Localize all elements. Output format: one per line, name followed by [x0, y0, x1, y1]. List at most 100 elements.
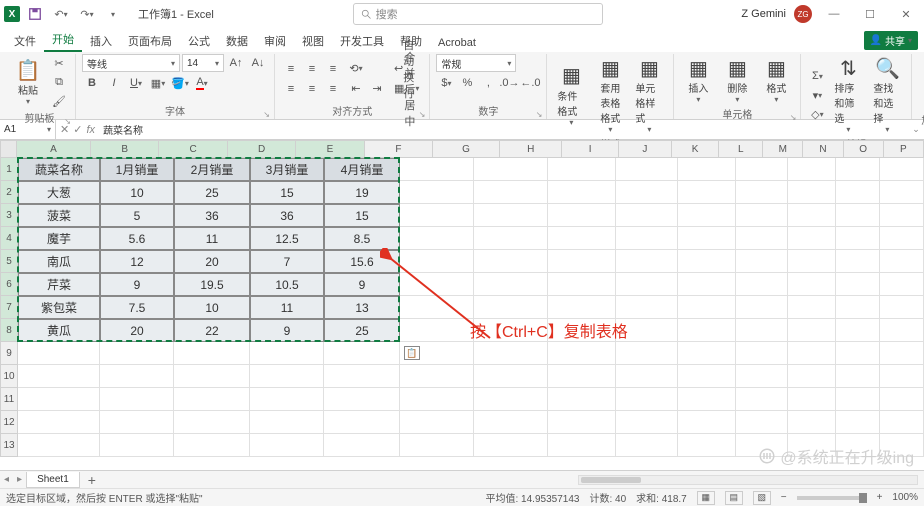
cell[interactable]	[788, 365, 836, 388]
tab-开发工具[interactable]: 开发工具	[332, 30, 392, 52]
cell[interactable]	[836, 227, 880, 250]
cell[interactable]	[400, 296, 474, 319]
cell[interactable]	[836, 181, 880, 204]
table-cell[interactable]: 菠菜	[18, 204, 100, 227]
cell[interactable]	[400, 158, 474, 181]
cell[interactable]	[474, 434, 548, 457]
horizontal-scrollbar[interactable]	[578, 475, 918, 485]
row-header-8[interactable]: 8	[0, 319, 18, 342]
row-header-5[interactable]: 5	[0, 250, 18, 273]
cell[interactable]	[678, 296, 736, 319]
view-layout-icon[interactable]: ▤	[725, 491, 743, 505]
cell[interactable]	[474, 181, 548, 204]
number-format-combo[interactable]: 常规▾	[436, 54, 516, 72]
table-cell[interactable]: 36	[174, 204, 250, 227]
table-cell[interactable]: 12.5	[250, 227, 324, 250]
cell[interactable]	[474, 411, 548, 434]
cell[interactable]	[880, 296, 924, 319]
row-header-4[interactable]: 4	[0, 227, 18, 250]
font-color-icon[interactable]: A▾	[192, 74, 212, 92]
row-header-1[interactable]: 1	[0, 158, 18, 181]
col-header-A[interactable]: A	[17, 140, 92, 158]
cell[interactable]	[678, 434, 736, 457]
cell[interactable]	[788, 273, 836, 296]
col-header-O[interactable]: O	[844, 140, 884, 158]
align-top-icon[interactable]: ≡	[281, 60, 301, 78]
addins-button[interactable]: ▦加 载项	[918, 54, 924, 112]
select-all-corner[interactable]	[0, 140, 17, 158]
cell[interactable]	[400, 227, 474, 250]
tab-数据[interactable]: 数据	[218, 30, 256, 52]
cell[interactable]	[736, 388, 788, 411]
cell[interactable]	[548, 411, 616, 434]
user-name[interactable]: Z Gemini	[741, 8, 786, 20]
cell[interactable]	[548, 342, 616, 365]
user-avatar[interactable]: ZG	[794, 5, 812, 23]
cell[interactable]	[174, 434, 250, 457]
cell[interactable]	[474, 158, 548, 181]
cell[interactable]	[788, 181, 836, 204]
cell[interactable]	[616, 273, 678, 296]
cell[interactable]	[788, 319, 836, 342]
col-header-K[interactable]: K	[672, 140, 719, 158]
format-cells-button[interactable]: ▦格式▾	[758, 54, 794, 106]
table-cell[interactable]: 魔芋	[18, 227, 100, 250]
table-cell[interactable]: 25	[324, 319, 400, 342]
bold-icon[interactable]: B	[82, 74, 102, 92]
cell[interactable]	[616, 434, 678, 457]
align-center-icon[interactable]: ≡	[302, 80, 322, 98]
cell[interactable]	[880, 388, 924, 411]
cell[interactable]	[474, 296, 548, 319]
cell[interactable]	[678, 319, 736, 342]
cell[interactable]	[324, 342, 400, 365]
add-sheet-icon[interactable]: +	[80, 472, 104, 488]
italic-icon[interactable]: I	[104, 74, 124, 92]
cell[interactable]	[788, 204, 836, 227]
tab-开始[interactable]: 开始	[44, 28, 82, 52]
table-cell[interactable]: 15	[250, 181, 324, 204]
cell[interactable]	[880, 319, 924, 342]
cell[interactable]	[548, 388, 616, 411]
table-header[interactable]: 蔬菜名称	[18, 158, 100, 181]
cell[interactable]	[678, 250, 736, 273]
col-header-L[interactable]: L	[719, 140, 763, 158]
cell[interactable]	[174, 365, 250, 388]
table-header[interactable]: 4月销量	[324, 158, 400, 181]
row-header-11[interactable]: 11	[0, 388, 18, 411]
sheet-tab[interactable]: Sheet1	[26, 472, 80, 488]
insert-cells-button[interactable]: ▦插入▾	[680, 54, 716, 106]
clear-icon[interactable]: ◇▾	[807, 105, 827, 123]
col-header-H[interactable]: H	[500, 140, 562, 158]
align-left-icon[interactable]: ≡	[281, 80, 301, 98]
table-cell[interactable]: 5	[100, 204, 174, 227]
row-header-9[interactable]: 9	[0, 342, 18, 365]
cell[interactable]	[880, 411, 924, 434]
col-header-B[interactable]: B	[91, 140, 159, 158]
paste-options-icon[interactable]: 📋	[404, 346, 420, 360]
table-header[interactable]: 2月销量	[174, 158, 250, 181]
row-header-10[interactable]: 10	[0, 365, 18, 388]
cell[interactable]	[474, 342, 548, 365]
cell[interactable]	[678, 158, 736, 181]
table-cell[interactable]: 20	[100, 319, 174, 342]
cell[interactable]	[100, 342, 174, 365]
cell[interactable]	[400, 365, 474, 388]
decrease-font-icon[interactable]: A↓	[248, 54, 268, 72]
cell[interactable]	[18, 434, 100, 457]
col-header-P[interactable]: P	[884, 140, 924, 158]
cell[interactable]	[836, 273, 880, 296]
cell[interactable]	[474, 388, 548, 411]
cell[interactable]	[324, 411, 400, 434]
cell[interactable]	[736, 227, 788, 250]
col-header-C[interactable]: C	[159, 140, 228, 158]
cell[interactable]	[678, 342, 736, 365]
cell[interactable]	[174, 388, 250, 411]
cell[interactable]	[736, 181, 788, 204]
tab-文件[interactable]: 文件	[6, 30, 44, 52]
table-header[interactable]: 3月销量	[250, 158, 324, 181]
indent-right-icon[interactable]: ⇥	[367, 80, 387, 98]
cell[interactable]	[100, 365, 174, 388]
table-header[interactable]: 1月销量	[100, 158, 174, 181]
table-cell[interactable]: 36	[250, 204, 324, 227]
cell[interactable]	[400, 250, 474, 273]
